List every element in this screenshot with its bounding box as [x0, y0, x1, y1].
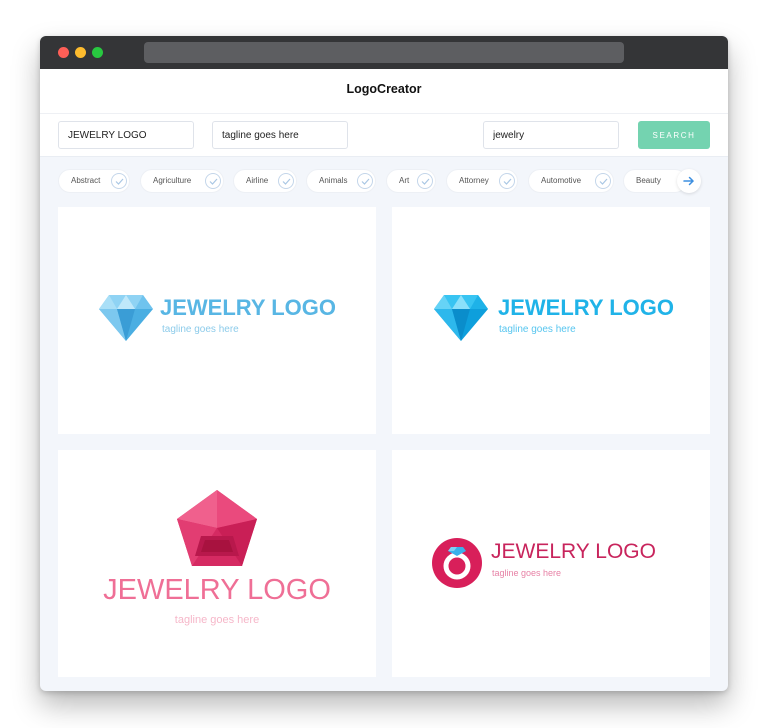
logo-tagline: tagline goes here — [492, 568, 562, 578]
logo-tagline: tagline goes here — [174, 614, 260, 626]
diamond-icon — [99, 295, 153, 341]
address-bar[interactable] — [144, 42, 624, 63]
category-filter-bar: Abstract Agriculture Airline Animals Art… — [40, 169, 728, 193]
tagline-input[interactable] — [212, 121, 348, 149]
pentagon-gem-icon — [177, 490, 257, 566]
logo-form: SEARCH — [40, 114, 728, 157]
check-icon — [357, 173, 373, 189]
ring-icon — [432, 538, 482, 588]
logo-name: JEWELRY LOGO — [498, 295, 675, 320]
logo-name: JEWELRY LOGO — [491, 540, 656, 563]
category-label: Agriculture — [153, 176, 192, 185]
scroll-categories-button[interactable] — [677, 169, 701, 193]
app-header: LogoCreator — [40, 69, 728, 114]
logo-tagline: tagline goes here — [499, 324, 576, 335]
arrow-right-icon — [683, 176, 695, 186]
browser-window: LogoCreator SEARCH Abstract Agriculture … — [40, 36, 728, 691]
check-icon — [205, 173, 221, 189]
check-icon — [595, 173, 611, 189]
category-chip-automotive[interactable]: Automotive — [528, 169, 614, 193]
check-icon — [417, 173, 433, 189]
check-icon — [111, 173, 127, 189]
category-label: Airline — [246, 176, 269, 185]
category-label: Art — [399, 176, 410, 185]
logo-card[interactable]: JEWELRY LOGO tagline goes here — [392, 450, 710, 677]
logo-name: JEWELRY LOGO — [103, 574, 331, 606]
category-label: Abstract — [71, 176, 101, 185]
category-chip-abstract[interactable]: Abstract — [58, 169, 130, 193]
category-label: Beauty — [636, 176, 661, 185]
category-chip-airline[interactable]: Airline — [233, 169, 297, 193]
logo-name-input[interactable] — [58, 121, 194, 149]
check-icon — [278, 173, 294, 189]
category-label: Animals — [319, 176, 348, 185]
maximize-window-button[interactable] — [92, 47, 103, 58]
category-chip-agriculture[interactable]: Agriculture — [140, 169, 224, 193]
keyword-input[interactable] — [483, 121, 619, 149]
logo-card[interactable]: JEWELRY LOGO tagline goes here — [58, 207, 376, 434]
logo-card[interactable]: JEWELRY LOGO tagline goes here — [392, 207, 710, 434]
category-label: Automotive — [541, 176, 582, 185]
diamond-icon — [434, 295, 488, 341]
browser-titlebar — [40, 36, 728, 69]
category-chip-animals[interactable]: Animals — [306, 169, 376, 193]
search-button[interactable]: SEARCH — [638, 121, 710, 149]
category-chip-attorney[interactable]: Attorney — [446, 169, 518, 193]
logo-card[interactable]: JEWELRY LOGO tagline goes here — [58, 450, 376, 677]
minimize-window-button[interactable] — [75, 47, 86, 58]
close-window-button[interactable] — [58, 47, 69, 58]
logo-name: JEWELRY LOGO — [160, 295, 337, 320]
logo-tagline: tagline goes here — [162, 324, 239, 335]
category-chip-art[interactable]: Art — [386, 169, 436, 193]
category-label: Attorney — [459, 176, 489, 185]
app-title: LogoCreator — [346, 82, 422, 96]
check-icon — [499, 173, 515, 189]
